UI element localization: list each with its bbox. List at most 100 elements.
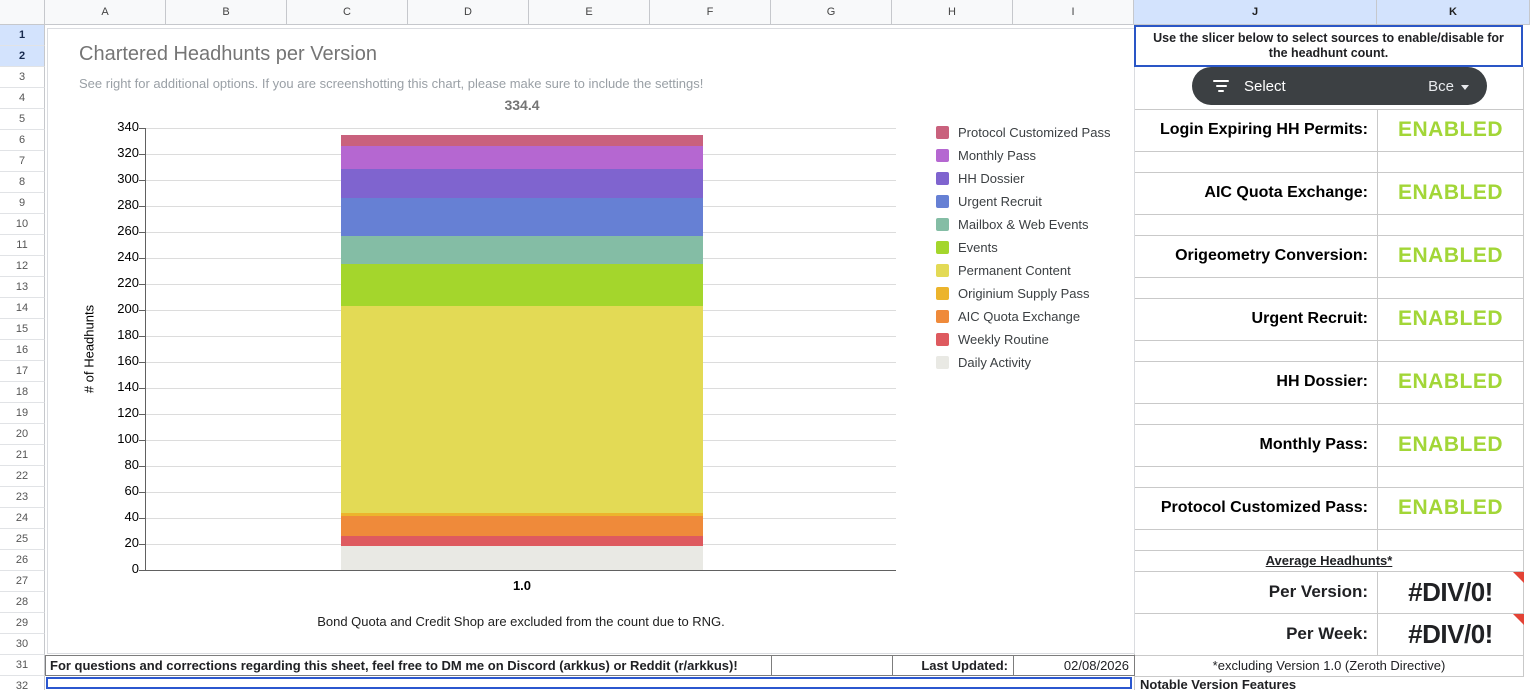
toggle-value-cell-6[interactable]: ENABLED	[1377, 424, 1524, 466]
row-header-15[interactable]: 15	[0, 319, 45, 340]
column-header-C[interactable]: C	[287, 0, 408, 25]
toggle-value-cell-1[interactable]: ENABLED	[1377, 109, 1524, 151]
last-updated-label-cell[interactable]: Last Updated:	[892, 655, 1014, 676]
legend-label: Permanent Content	[958, 263, 1071, 278]
column-header-I[interactable]: I	[1013, 0, 1134, 25]
row-header-32[interactable]: 32	[0, 676, 45, 690]
row-header-24[interactable]: 24	[0, 508, 45, 529]
y-tick-label: 280	[117, 197, 139, 212]
column-header-E[interactable]: E	[529, 0, 650, 25]
row-header-21[interactable]: 21	[0, 445, 45, 466]
row-header-7[interactable]: 7	[0, 151, 45, 172]
column-header-A[interactable]: A	[45, 0, 166, 25]
toggle-value-cell-4[interactable]: ENABLED	[1377, 298, 1524, 340]
legend-item: Permanent Content	[936, 259, 1110, 282]
legend-label: HH Dossier	[958, 171, 1025, 186]
legend-swatch	[936, 356, 949, 369]
row-header-26[interactable]: 26	[0, 550, 45, 571]
row-header-14[interactable]: 14	[0, 298, 45, 319]
row-header-12[interactable]: 12	[0, 256, 45, 277]
toggle-value-cell-5[interactable]: ENABLED	[1377, 361, 1524, 403]
caret-down-icon[interactable]	[1461, 84, 1469, 90]
toggle-label-2: AIC Quota Exchange:	[1204, 184, 1368, 201]
legend-item: Mailbox & Web Events	[936, 213, 1110, 236]
row-header-11[interactable]: 11	[0, 235, 45, 256]
column-header-J[interactable]: J	[1134, 0, 1377, 25]
row-header-31[interactable]: 31	[0, 655, 45, 676]
legend-item: AIC Quota Exchange	[936, 305, 1110, 328]
last-updated-value-cell[interactable]: 02/08/2026	[1013, 655, 1135, 676]
per-version-label: Per Version:	[1268, 582, 1368, 601]
slicer-selected-value[interactable]: Все	[1428, 78, 1454, 95]
y-tick-label: 60	[124, 483, 139, 498]
legend-swatch	[936, 310, 949, 323]
row-header-16[interactable]: 16	[0, 340, 45, 361]
legend-label: Mailbox & Web Events	[958, 217, 1089, 232]
y-tick-label: 260	[117, 223, 139, 238]
column-header-H[interactable]: H	[892, 0, 1013, 25]
y-tick-label: 240	[117, 249, 139, 264]
column-header-G[interactable]: G	[771, 0, 892, 25]
row-header-20[interactable]: 20	[0, 424, 45, 445]
row-header-4[interactable]: 4	[0, 88, 45, 109]
row-header-22[interactable]: 22	[0, 466, 45, 487]
row-header-23[interactable]: 23	[0, 487, 45, 508]
row-header-1[interactable]: 1	[0, 25, 45, 46]
row-header-19[interactable]: 19	[0, 403, 45, 424]
chart-footnote: Bond Quota and Credit Shop are excluded …	[317, 614, 725, 629]
slicer-instruction-cell[interactable]: Use the slicer below to select sources t…	[1134, 25, 1523, 67]
bar-segment-weekly-routine	[341, 535, 703, 546]
column-header-B[interactable]: B	[166, 0, 287, 25]
legend-swatch	[936, 149, 949, 162]
row-header-8[interactable]: 8	[0, 172, 45, 193]
legend-label: AIC Quota Exchange	[958, 309, 1081, 324]
chart-widget[interactable]: Chartered Headhunts per Version See righ…	[47, 28, 1135, 654]
bar-segment-hh-dossier	[341, 169, 703, 199]
legend-label: Events	[958, 240, 998, 255]
y-tick-label: 140	[117, 379, 139, 394]
row-header-25[interactable]: 25	[0, 529, 45, 550]
legend-label: Daily Activity	[958, 355, 1031, 370]
legend-swatch	[936, 333, 949, 346]
selected-cell-outline[interactable]	[46, 677, 1132, 689]
y-tick-label: 220	[117, 275, 139, 290]
footer-message-cell[interactable]: For questions and corrections regarding …	[45, 655, 772, 676]
y-tick-label: 100	[117, 431, 139, 446]
row-header-6[interactable]: 6	[0, 130, 45, 151]
row-header-2[interactable]: 2	[0, 46, 45, 67]
legend-label: Weekly Routine	[958, 332, 1049, 347]
y-tick-label: 120	[117, 405, 139, 420]
row-header-18[interactable]: 18	[0, 382, 45, 403]
row-header-17[interactable]: 17	[0, 361, 45, 382]
empty-cell[interactable]	[771, 655, 893, 676]
per-version-value-cell[interactable]: #DIV/0!	[1377, 571, 1524, 613]
sheet-corner-box[interactable]	[0, 0, 45, 25]
filter-icon	[1212, 77, 1230, 95]
legend-item: Monthly Pass	[936, 144, 1110, 167]
row-header-13[interactable]: 13	[0, 277, 45, 298]
column-header-K[interactable]: K	[1377, 0, 1530, 25]
toggle-label-7: Protocol Customized Pass:	[1160, 499, 1368, 516]
row-header-27[interactable]: 27	[0, 571, 45, 592]
row-header-10[interactable]: 10	[0, 214, 45, 235]
row-header-3[interactable]: 3	[0, 67, 45, 88]
toggle-value-cell-2[interactable]: ENABLED	[1377, 172, 1524, 214]
legend-label: Urgent Recruit	[958, 194, 1042, 209]
row-header-30[interactable]: 30	[0, 634, 45, 655]
toggle-label-5: HH Dossier:	[1276, 373, 1368, 390]
y-tick-label: 300	[117, 171, 139, 186]
chart-title: Chartered Headhunts per Version	[79, 43, 377, 65]
row-header-29[interactable]: 29	[0, 613, 45, 634]
toggle-value-cell-3[interactable]: ENABLED	[1377, 235, 1524, 277]
column-header-F[interactable]: F	[650, 0, 771, 25]
bar-segment-mailbox-web-events	[341, 236, 703, 265]
slicer-control[interactable]: Select Все	[1192, 67, 1487, 105]
column-header-D[interactable]: D	[408, 0, 529, 25]
row-header-28[interactable]: 28	[0, 592, 45, 613]
row-header-5[interactable]: 5	[0, 109, 45, 130]
legend-item: Protocol Customized Pass	[936, 121, 1110, 144]
per-week-value-cell[interactable]: #DIV/0!	[1377, 613, 1524, 655]
row-header-9[interactable]: 9	[0, 193, 45, 214]
legend-swatch	[936, 126, 949, 139]
toggle-value-cell-7[interactable]: ENABLED	[1377, 487, 1524, 529]
